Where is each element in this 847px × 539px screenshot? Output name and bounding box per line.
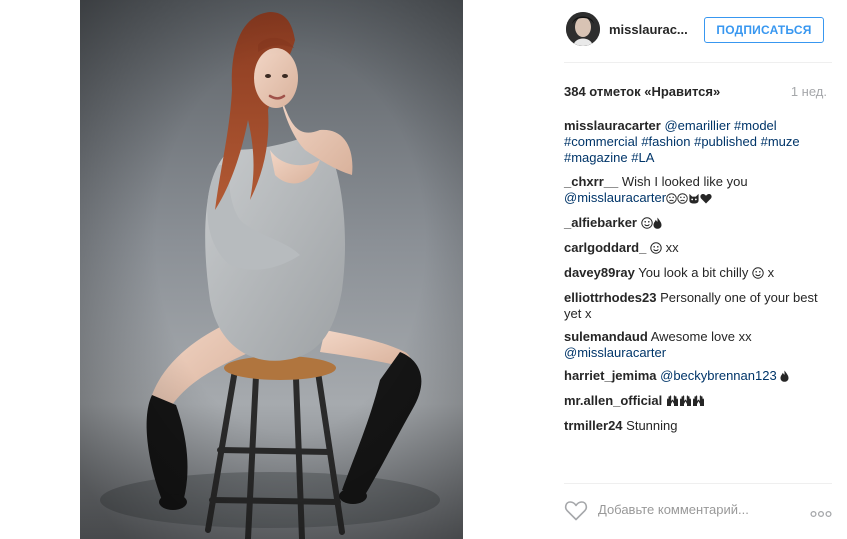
raised-hands-icon (666, 395, 679, 411)
ellipsis-icon[interactable] (810, 505, 832, 518)
comment-input[interactable] (598, 498, 794, 520)
comment-item: _chxrr__ Wish I looked like you @misslau… (564, 174, 832, 208)
post-header: misslaurac... ПОДПИСАТЬСЯ (549, 12, 847, 50)
caption-hashtag[interactable]: #commercial (564, 134, 638, 149)
comment-item: sulemandaud Awesome love xx @misslauraca… (564, 329, 832, 361)
comment-mention[interactable]: @beckybrennan123 (660, 368, 777, 383)
post-photo[interactable] (80, 0, 463, 539)
comment-username[interactable]: mr.allen_official (564, 393, 662, 408)
comment-username[interactable]: harriet_jemima (564, 368, 657, 383)
post-photo-image (80, 0, 463, 539)
smile-face-icon (752, 267, 764, 283)
header-divider (564, 62, 832, 63)
comment-mention[interactable]: @misslauracarter (564, 190, 666, 205)
sad-face-icon (677, 192, 688, 208)
follow-button[interactable]: ПОДПИСАТЬСЯ (704, 17, 824, 43)
post-sidebar: misslaurac... ПОДПИСАТЬСЯ 384 отметок «Н… (549, 0, 847, 539)
heart-outline-icon[interactable] (564, 499, 588, 521)
caption-hashtag[interactable]: #muze (761, 134, 800, 149)
comment-item: carlgoddard_ xx (564, 240, 832, 258)
comment-text: Stunning (626, 418, 678, 433)
comment-username[interactable]: davey89ray (564, 265, 635, 280)
comment-text: Awesome love xx (650, 329, 752, 344)
comments-list: misslauracarter @emarillier #model #comm… (564, 118, 832, 441)
comment-text: x (767, 265, 775, 280)
header-username[interactable]: misslaurac... (609, 22, 688, 37)
caption-hashtag[interactable]: #model (734, 118, 777, 133)
caption-mention[interactable]: @emarillier (664, 118, 730, 133)
avatar-image (566, 12, 600, 46)
comment-username[interactable]: carlgoddard_ (564, 240, 646, 255)
sad-face-icon (666, 192, 677, 208)
comment-username[interactable]: _alfiebarker (564, 215, 637, 230)
smile-face-icon (650, 242, 662, 258)
caption: misslauracarter @emarillier #model #comm… (564, 118, 832, 166)
comment-item: _alfiebarker (564, 215, 832, 233)
likes-count[interactable]: 384 отметок «Нравится» (564, 84, 720, 99)
comment-item: elliottrhodes23 Personally one of your b… (564, 290, 832, 322)
caption-hashtag[interactable]: #fashion (641, 134, 690, 149)
raised-hands-icon (679, 395, 692, 411)
comment-item: harriet_jemima @beckybrennan123 (564, 368, 832, 386)
comment-text: Wish I looked like you (621, 174, 748, 189)
likes-row: 384 отметок «Нравится» 1 нед. (564, 84, 827, 102)
post-time[interactable]: 1 нед. (791, 84, 827, 99)
comment-username[interactable]: sulemandaud (564, 329, 648, 344)
cat-face-icon (688, 192, 700, 208)
caption-hashtag[interactable]: #magazine (564, 150, 628, 165)
caption-hashtag[interactable]: #LA (631, 150, 654, 165)
comment-bar (564, 497, 832, 523)
comment-item: davey89ray You look a bit chilly x (564, 265, 832, 283)
comment-mention[interactable]: @misslauracarter (564, 345, 666, 360)
heart-icon (700, 192, 712, 208)
comment-text: You look a bit chilly (638, 265, 749, 280)
fire-icon (780, 370, 789, 386)
comment-username[interactable]: trmiller24 (564, 418, 623, 433)
smile-face-icon (640, 217, 653, 233)
comment-bar-divider (564, 483, 832, 484)
caption-username[interactable]: misslauracarter (564, 118, 661, 133)
comment-text: xx (665, 240, 679, 255)
comment-username[interactable]: _chxrr__ (564, 174, 618, 189)
caption-hashtag[interactable]: #published (694, 134, 757, 149)
raised-hands-icon (692, 395, 705, 411)
fire-icon (653, 217, 662, 233)
comment-item: trmiller24 Stunning (564, 418, 832, 434)
avatar[interactable] (566, 12, 600, 46)
comment-username[interactable]: elliottrhodes23 (564, 290, 656, 305)
comment-item: mr.allen_official (564, 393, 832, 411)
